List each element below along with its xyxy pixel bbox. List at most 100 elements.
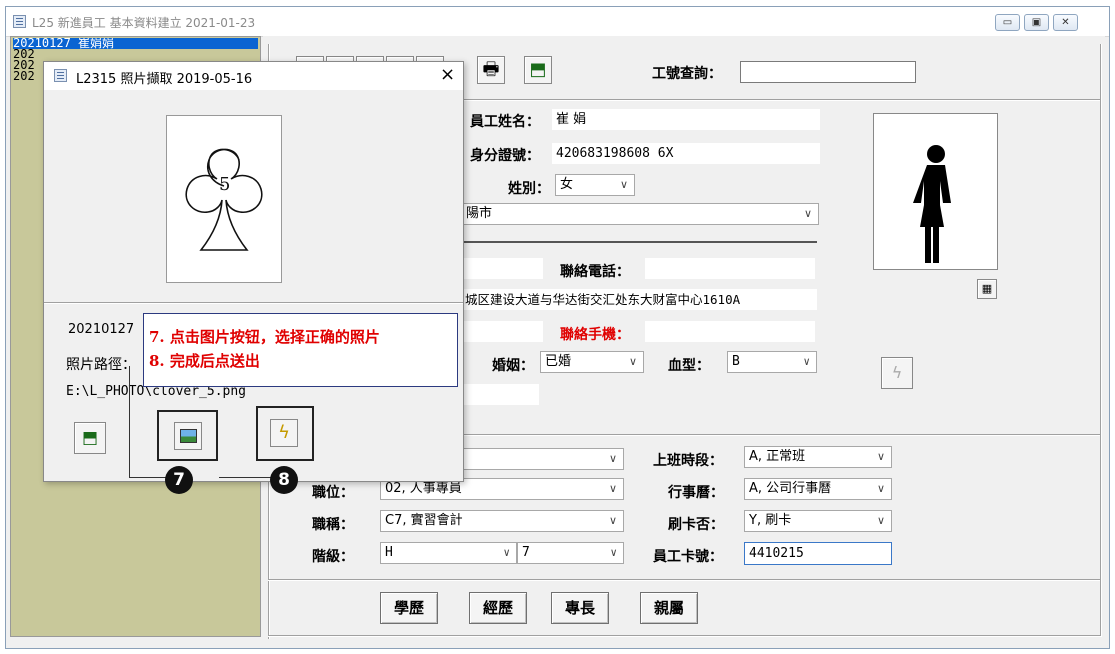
phone-label: 聯絡電話： [560, 264, 630, 280]
marital-label: 婚姻： [492, 358, 534, 374]
mobile-field[interactable] [645, 321, 815, 342]
card-required-value: Y, 刷卡 [749, 513, 792, 528]
club-card-icon: 5 [185, 148, 263, 251]
chevron-down-icon: ∨ [610, 546, 617, 559]
send-button-highlight[interactable]: ϟ [256, 406, 314, 461]
mobile-label: 聯絡手機： [560, 327, 630, 343]
chevron-down-icon: ∨ [608, 452, 617, 465]
close-button[interactable]: ✕ [1053, 14, 1078, 31]
annotation-line [129, 366, 130, 478]
gender-value: 女 [560, 177, 574, 192]
lightning-icon: ϟ [891, 363, 903, 382]
step-badge-8: 8 [270, 466, 298, 494]
phone-field[interactable] [645, 258, 815, 279]
image-icon: ▦ [981, 282, 993, 295]
exit-button[interactable]: ⬒ [524, 56, 552, 84]
position-label: 職位： [312, 485, 354, 501]
department-select[interactable]: ∨ [461, 448, 624, 470]
calendar-select[interactable]: A, 公司行事曆 ∨ [744, 478, 892, 500]
marital-value: 已婚 [545, 354, 572, 369]
chevron-down-icon: ∨ [608, 482, 617, 495]
card-number-input[interactable]: 4410215 [744, 542, 892, 565]
marital-select[interactable]: 已婚 ∨ [540, 351, 644, 373]
grade-sub-value: 7 [522, 545, 530, 560]
grade-sub-select[interactable]: 7 ∨ [517, 542, 624, 564]
experience-button[interactable]: 經歷 [469, 592, 527, 624]
blood-type-value: B [732, 354, 740, 369]
instruction-step-7: 7. 点击图片按钮，选择正确的照片 [149, 328, 380, 346]
dialog-employee-id: 20210127 [68, 322, 135, 337]
dialog-exit-button[interactable]: ⬒ [74, 422, 106, 454]
photo-preview: 5 [166, 115, 282, 283]
send-button[interactable]: ϟ [270, 419, 298, 447]
submit-button-disabled[interactable]: ϟ [881, 357, 913, 389]
image-select-button[interactable] [174, 422, 202, 450]
panel-right-edge [1100, 44, 1102, 636]
gender-label: 姓別： [508, 181, 550, 197]
calendar-label: 行事曆： [668, 485, 724, 501]
photo-capture-dialog: L2315 照片擷取 2019-05-16 × 5 20210127 照片路徑：… [43, 61, 464, 482]
address-field[interactable]: 城区建设大道与华达街交汇处东大财富中心1610A [461, 289, 817, 310]
shift-select[interactable]: A, 正常班 ∨ [744, 446, 892, 468]
app-icon [13, 15, 26, 28]
position-value: 02, 人事專員 [385, 481, 462, 496]
main-window-title: L25 新進員工 基本資料建立 2021-01-23 [32, 16, 256, 30]
bottom-edge [268, 635, 1102, 637]
job-title-select[interactable]: C7, 實習會計 ∨ [380, 510, 624, 532]
separator-line [461, 241, 817, 243]
employee-id-search-input[interactable] [740, 61, 916, 83]
photo-button[interactable]: ▦ [977, 279, 997, 299]
bottom-divider [268, 579, 1102, 581]
photo-path-label: 照片路徑： [66, 357, 136, 373]
grade-value: H [385, 545, 393, 560]
picture-icon [180, 429, 197, 443]
education-button[interactable]: 學歷 [380, 592, 438, 624]
chevron-down-icon: ∨ [876, 514, 885, 527]
skills-button[interactable]: 專長 [551, 592, 609, 624]
calendar-value: A, 公司行事曆 [749, 481, 832, 496]
id-number-field[interactable]: 420683198608 6X [552, 143, 820, 164]
city-select[interactable]: 陽市 ∨ [461, 203, 819, 225]
card-number-glyph: 5 [219, 174, 230, 195]
grade-select[interactable]: H ∨ [380, 542, 517, 564]
gender-select[interactable]: 女 ∨ [555, 174, 635, 196]
chevron-down-icon: ∨ [876, 450, 885, 463]
chevron-down-icon: ∨ [619, 178, 628, 191]
instruction-callout: 7. 点击图片按钮，选择正确的照片 8. 完成后点送出 [143, 313, 458, 387]
main-titlebar: L25 新進員工 基本資料建立 2021-01-23 ▭ ▣ ✕ [6, 7, 1109, 37]
list-item[interactable]: 202 [13, 60, 35, 71]
contact-field-2[interactable] [461, 321, 543, 342]
lightning-icon: ϟ [278, 422, 290, 443]
list-item[interactable]: 202 [13, 49, 35, 60]
extra-field[interactable] [461, 384, 539, 405]
name-label: 員工姓名： [470, 114, 540, 130]
shift-label: 上班時段： [653, 453, 723, 469]
image-select-button-highlight[interactable] [157, 410, 218, 461]
contact-field[interactable] [461, 258, 543, 279]
step-badge-7: 7 [165, 466, 193, 494]
employee-photo [873, 113, 998, 270]
exit-door-icon: ⬒ [529, 59, 547, 80]
card-required-label: 刷卡否： [668, 517, 724, 533]
chevron-down-icon: ∨ [628, 355, 637, 368]
print-button[interactable]: 🖶 [477, 56, 505, 84]
exit-door-icon: ⬒ [81, 428, 99, 448]
id-number-label: 身分證號： [470, 148, 540, 164]
job-title-value: C7, 實習會計 [385, 513, 463, 528]
search-label: 工號查詢： [652, 66, 722, 82]
instruction-step-8: 8. 完成后点送出 [149, 352, 260, 370]
dialog-close-button[interactable]: × [440, 64, 455, 85]
maximize-button[interactable]: ▣ [1024, 14, 1049, 31]
blood-type-select[interactable]: B ∨ [727, 351, 817, 373]
shift-value: A, 正常班 [749, 449, 806, 464]
name-field[interactable]: 崔 娟 [552, 109, 820, 130]
list-item[interactable]: 20210127 崔娟娟 [13, 38, 258, 49]
grade-label: 階級： [312, 549, 354, 565]
female-person-icon [913, 145, 951, 263]
blood-type-label: 血型： [668, 358, 710, 374]
list-item[interactable]: 202 [13, 71, 35, 82]
minimize-button[interactable]: ▭ [995, 14, 1020, 31]
card-required-select[interactable]: Y, 刷卡 ∨ [744, 510, 892, 532]
chevron-down-icon: ∨ [803, 355, 810, 368]
family-button[interactable]: 親屬 [640, 592, 698, 624]
